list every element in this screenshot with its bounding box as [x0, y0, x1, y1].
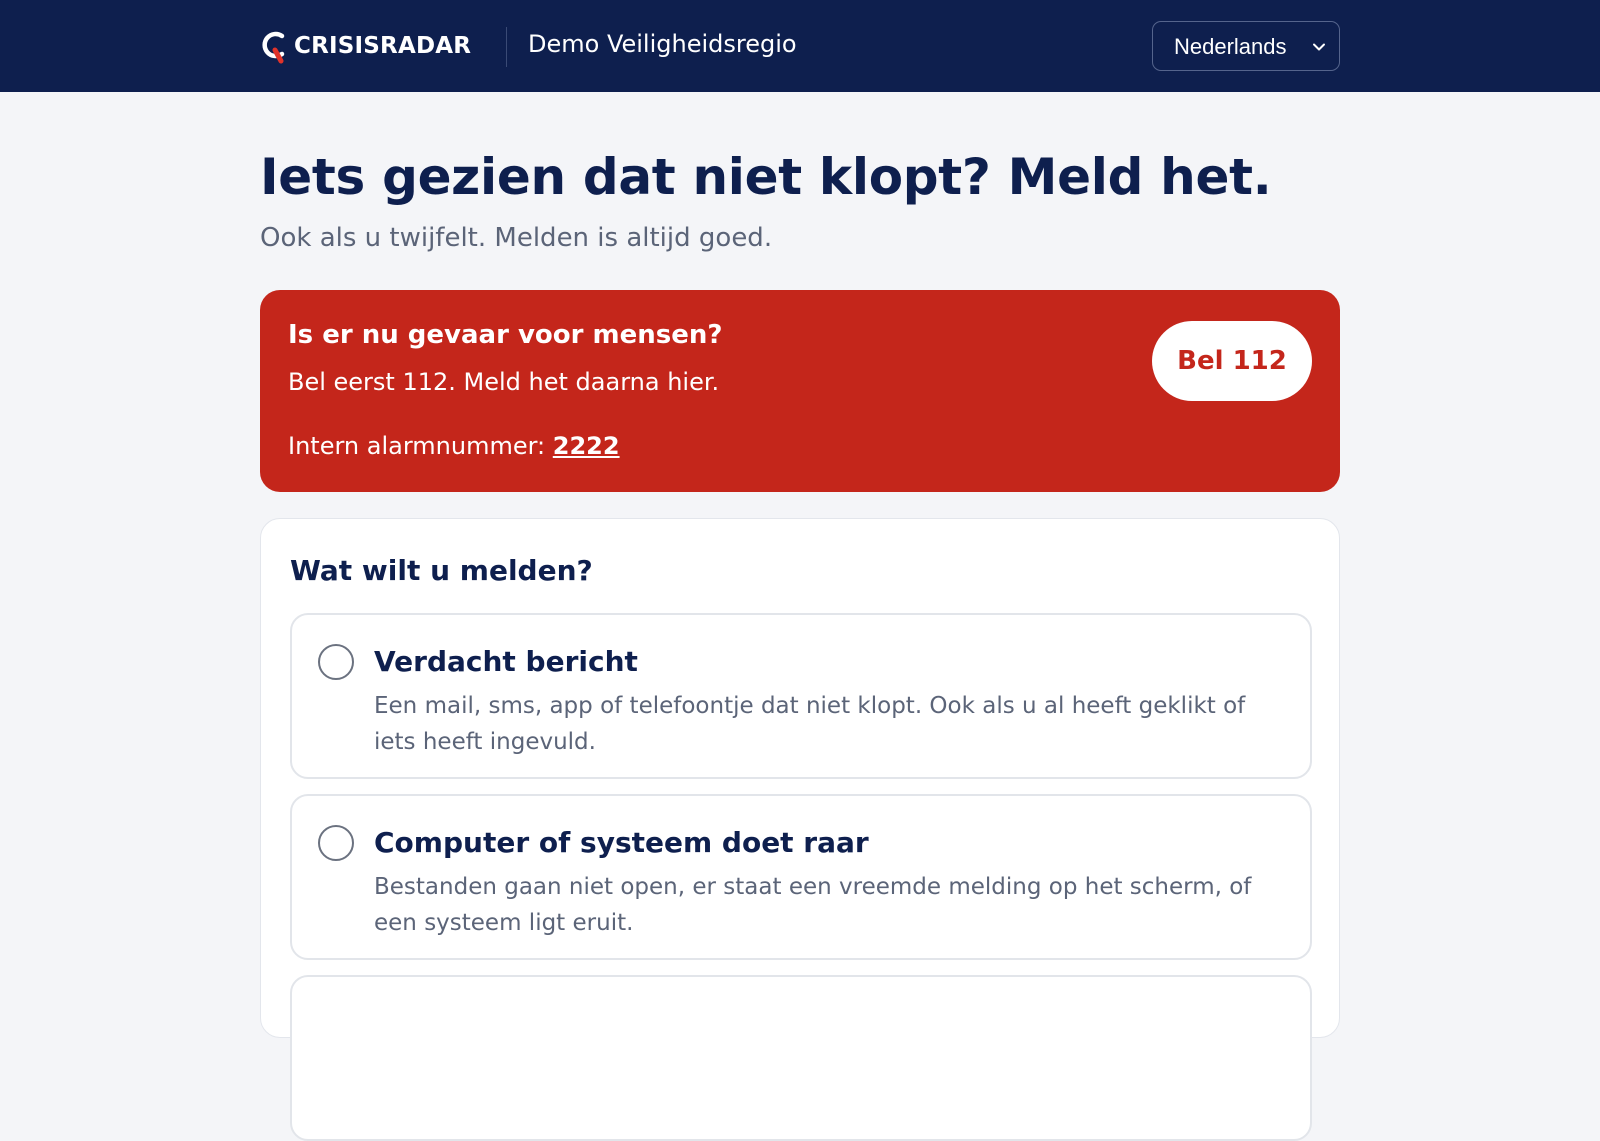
top-bar-inner: CRISISRADAR Demo Veiligheidsregio Nederl…	[260, 0, 1340, 92]
call-112-button[interactable]: Bel 112	[1152, 321, 1312, 401]
radio-button[interactable]	[318, 644, 354, 680]
report-card: Wat wilt u melden? Verdacht bericht Een …	[260, 518, 1340, 1141]
crisisradar-logo-icon	[262, 31, 285, 64]
internal-alarm-number-link[interactable]: 2222	[553, 432, 620, 460]
report-option-suspicious-message[interactable]: Verdacht bericht Een mail, sms, app of t…	[290, 613, 1312, 779]
radio-button[interactable]	[318, 825, 354, 861]
language-select[interactable]: Nederlands	[1152, 21, 1340, 71]
page-title: Iets gezien dat niet klopt? Meld het.	[260, 148, 1272, 206]
danger-heading: Is er nu gevaar voor mensen?	[288, 320, 723, 350]
header-divider	[506, 27, 507, 67]
chevron-down-icon	[1313, 43, 1325, 51]
danger-text: Bel eerst 112. Meld het daarna hier.	[288, 368, 720, 396]
option-title: Computer of systeem doet raar	[374, 826, 869, 859]
internal-alarm-line: Intern alarmnummer: 2222	[288, 432, 620, 460]
region-name: Demo Veiligheidsregio	[528, 30, 797, 58]
logo-text: CRISISRADAR	[294, 33, 472, 59]
top-bar: CRISISRADAR Demo Veiligheidsregio Nederl…	[0, 0, 1600, 92]
internal-alarm-label: Intern alarmnummer:	[288, 432, 546, 460]
option-title: Verdacht bericht	[374, 645, 638, 678]
page-subtitle: Ook als u twijfelt. Melden is altijd goe…	[260, 223, 773, 253]
report-option-computer-issue[interactable]: Computer of systeem doet raar Bestanden …	[290, 794, 1312, 960]
report-question: Wat wilt u melden?	[290, 554, 593, 587]
option-description: Bestanden gaan niet open, er staat een v…	[374, 874, 1252, 936]
danger-banner: Is er nu gevaar voor mensen? Bel eerst 1…	[260, 290, 1340, 492]
language-select-value: Nederlands	[1174, 34, 1287, 59]
option-description: Een mail, sms, app of telefoontje dat ni…	[374, 693, 1246, 755]
crisisradar-logo[interactable]: CRISISRADAR	[260, 28, 471, 64]
